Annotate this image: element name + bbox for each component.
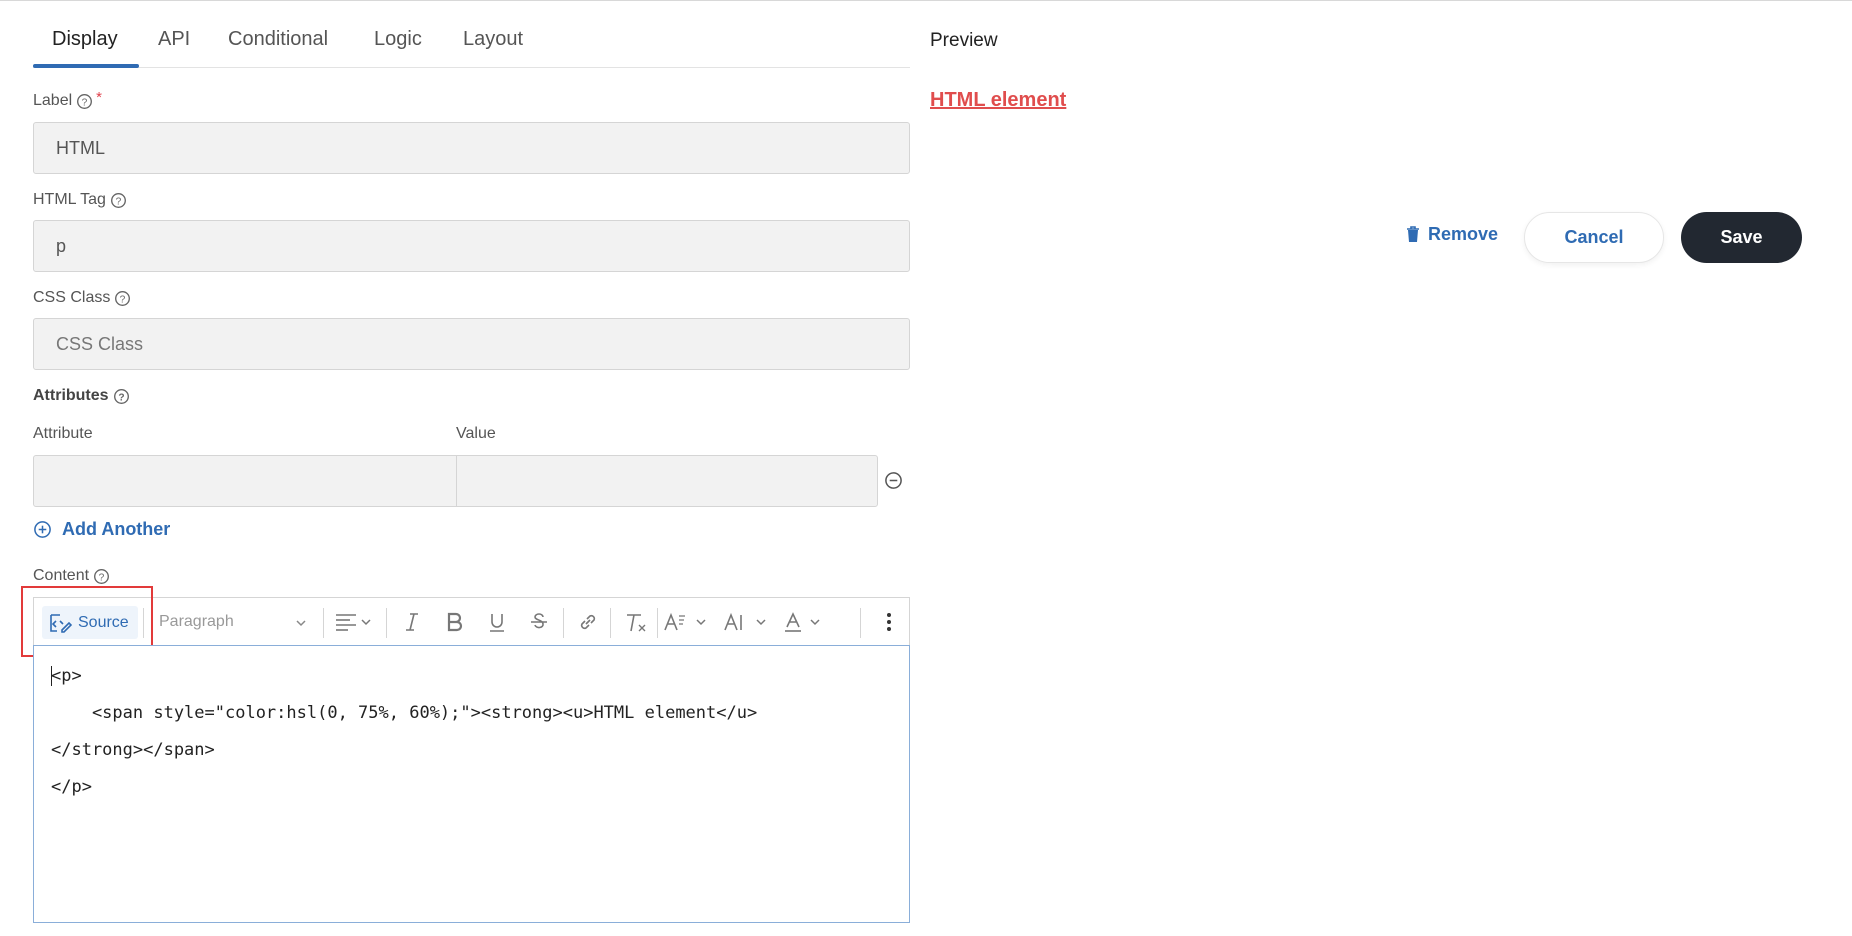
plus-circle-icon bbox=[34, 521, 51, 538]
attribute-value-input[interactable] bbox=[456, 455, 878, 507]
strikethrough-icon bbox=[531, 613, 547, 629]
paragraph-dropdown[interactable]: Paragraph bbox=[159, 598, 319, 646]
svg-text:?: ? bbox=[118, 392, 124, 403]
strikethrough-button[interactable] bbox=[519, 598, 559, 646]
css-class-input[interactable]: CSS Class bbox=[33, 318, 910, 370]
active-tab-indicator bbox=[33, 64, 139, 68]
font-size-dropdown[interactable] bbox=[661, 598, 713, 646]
help-circle-icon[interactable]: ? bbox=[114, 290, 131, 307]
more-options-button[interactable] bbox=[874, 598, 904, 646]
underline-icon bbox=[490, 614, 504, 632]
trash-icon bbox=[1407, 226, 1419, 242]
tab-bar: Display API Conditional Logic Layout bbox=[33, 0, 910, 68]
toolbar-separator bbox=[860, 608, 861, 638]
html-tag-field-label: HTML Tag ? bbox=[33, 191, 127, 209]
font-color-dropdown[interactable] bbox=[781, 598, 833, 646]
editor-toolbar: Source Paragraph bbox=[33, 597, 910, 645]
css-class-field-label: CSS Class ? bbox=[33, 289, 131, 307]
help-circle-icon[interactable]: ? bbox=[76, 93, 93, 110]
more-vertical-icon bbox=[887, 613, 891, 631]
bold-icon bbox=[447, 612, 463, 632]
toolbar-separator bbox=[323, 608, 324, 638]
bold-button[interactable] bbox=[435, 598, 475, 646]
preview-html-element: HTML element bbox=[930, 89, 1067, 111]
remove-format-button[interactable] bbox=[614, 598, 658, 646]
toolbar-separator bbox=[386, 608, 387, 638]
tab-api[interactable]: API bbox=[158, 28, 190, 51]
required-asterisk: * bbox=[96, 88, 102, 106]
svg-text:?: ? bbox=[99, 572, 105, 583]
label-input[interactable]: HTML bbox=[33, 122, 910, 174]
svg-text:?: ? bbox=[82, 97, 88, 108]
toolbar-separator bbox=[563, 608, 564, 638]
attributes-field-label: Attributes ? bbox=[33, 387, 130, 405]
link-button[interactable] bbox=[566, 598, 610, 646]
label-field-label: Label ? * bbox=[33, 88, 102, 110]
tab-conditional[interactable]: Conditional bbox=[228, 28, 328, 51]
alignment-dropdown[interactable] bbox=[330, 598, 378, 646]
source-code-editor[interactable]: <p> <span style="color:hsl(0, 75%, 60%);… bbox=[33, 645, 910, 923]
align-left-icon bbox=[336, 614, 371, 631]
font-size-icon bbox=[664, 612, 706, 631]
chevron-down-icon bbox=[296, 620, 306, 627]
remove-format-icon bbox=[627, 614, 646, 632]
minus-circle-icon[interactable] bbox=[884, 471, 903, 490]
attribute-column-header: Attribute bbox=[33, 425, 93, 442]
font-color-icon bbox=[785, 612, 820, 632]
value-column-header: Value bbox=[456, 425, 496, 442]
toolbar-separator bbox=[657, 608, 658, 638]
help-circle-icon[interactable]: ? bbox=[113, 388, 130, 405]
code-line: </p> bbox=[51, 777, 92, 797]
tab-display[interactable]: Display bbox=[52, 28, 118, 51]
source-code-icon bbox=[50, 613, 72, 633]
italic-button[interactable] bbox=[392, 598, 432, 646]
link-icon bbox=[580, 614, 596, 630]
code-line: <span style="color:hsl(0, 75%, 60%);"><s… bbox=[51, 703, 758, 723]
source-button[interactable]: Source bbox=[42, 606, 138, 639]
help-circle-icon[interactable]: ? bbox=[110, 192, 127, 209]
svg-text:?: ? bbox=[120, 294, 126, 305]
font-family-icon bbox=[724, 612, 766, 631]
code-line: <p> bbox=[51, 666, 82, 686]
tab-logic[interactable]: Logic bbox=[374, 28, 422, 51]
toolbar-separator bbox=[143, 608, 144, 638]
svg-text:?: ? bbox=[116, 196, 122, 207]
content-field-label: Content ? bbox=[33, 567, 110, 585]
toolbar-separator bbox=[610, 608, 611, 638]
tab-layout[interactable]: Layout bbox=[463, 28, 523, 51]
italic-icon bbox=[406, 613, 418, 631]
add-another-button[interactable]: Add Another bbox=[33, 519, 170, 540]
html-tag-input[interactable]: p bbox=[33, 220, 910, 272]
code-line: </strong></span> bbox=[51, 740, 215, 760]
font-family-dropdown[interactable] bbox=[721, 598, 773, 646]
preview-title: Preview bbox=[930, 30, 998, 51]
attribute-name-input[interactable] bbox=[33, 455, 457, 507]
save-button[interactable]: Save bbox=[1681, 212, 1802, 263]
help-circle-icon[interactable]: ? bbox=[93, 568, 110, 585]
cancel-button[interactable]: Cancel bbox=[1524, 212, 1664, 263]
remove-button[interactable]: Remove bbox=[1406, 224, 1498, 245]
underline-button[interactable] bbox=[477, 598, 517, 646]
